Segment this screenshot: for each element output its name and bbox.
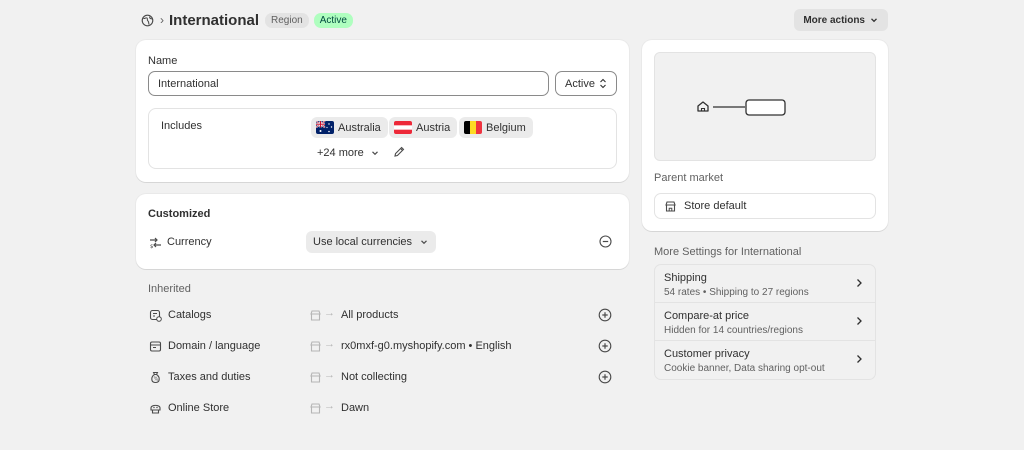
more-actions-label: More actions xyxy=(803,14,865,26)
breadcrumb-chevron-icon[interactable]: › xyxy=(160,13,164,27)
australia-flag xyxy=(316,121,334,134)
chevron-down-icon xyxy=(370,148,380,158)
inherited-row-value: Dawn xyxy=(341,402,370,414)
parent-market-label: Parent market xyxy=(654,172,724,184)
inherited-row-value: Not collecting xyxy=(341,371,408,383)
region-badge: Region xyxy=(265,12,309,28)
settings-item-subtitle: 54 rates • Shipping to 27 regions xyxy=(664,287,809,298)
store-icon xyxy=(664,200,677,213)
country-chip-label: Austria xyxy=(416,121,451,134)
chevron-down-icon xyxy=(419,237,429,247)
parent-market-value: Store default xyxy=(684,200,747,212)
inherited-title: Inherited xyxy=(148,283,191,295)
name-input[interactable]: International xyxy=(148,71,549,96)
page-title: International xyxy=(169,11,260,29)
chevron-right-icon xyxy=(853,353,865,365)
more-countries-label: +24 more xyxy=(317,147,364,159)
add-circle-icon[interactable] xyxy=(598,339,612,353)
inherited-row-name: Taxes and duties xyxy=(168,371,251,383)
settings-item-customer-privacy[interactable]: Customer privacy Cookie banner, Data sha… xyxy=(655,341,875,379)
chevron-down-icon xyxy=(869,15,879,25)
settings-item-compare-at-price[interactable]: Compare-at price Hidden for 14 countries… xyxy=(655,303,875,341)
belgium-flag xyxy=(464,121,482,134)
chevron-right-icon xyxy=(853,315,865,327)
add-circle-icon[interactable] xyxy=(598,370,612,384)
status-badge: Active xyxy=(313,12,353,28)
globe-icon xyxy=(141,14,154,27)
home-icon xyxy=(697,101,709,112)
inherited-row-name: Catalogs xyxy=(168,309,212,321)
add-circle-icon[interactable] xyxy=(598,308,612,322)
chevron-right-icon xyxy=(853,277,865,289)
online-store-icon xyxy=(149,402,162,415)
country-chip-belgium[interactable]: Belgium xyxy=(459,117,533,138)
name-input-value: International xyxy=(158,77,219,90)
inherited-row-value: All products xyxy=(341,309,399,321)
currency-label: Currency xyxy=(167,236,212,248)
more-settings-title: More Settings for International xyxy=(654,246,802,258)
inherited-row-name: Online Store xyxy=(168,402,230,414)
country-chip-label: Belgium xyxy=(486,121,526,134)
settings-item-title: Compare-at price xyxy=(664,310,749,322)
inherited-row-catalogs: Catalogs → All products xyxy=(148,306,618,326)
settings-item-shipping[interactable]: Shipping 54 rates • Shipping to 27 regio… xyxy=(655,265,875,303)
arrow-right-icon: → xyxy=(324,338,335,350)
includes-box: Includes Australia Austria Belgium +24 m… xyxy=(148,108,617,169)
store-icon xyxy=(309,371,322,384)
arrow-right-icon: → xyxy=(324,369,335,381)
settings-item-subtitle: Hidden for 14 countries/regions xyxy=(664,325,803,336)
currency-select[interactable]: Use local currencies xyxy=(306,231,437,253)
austria-flag xyxy=(394,121,412,134)
more-countries-toggle[interactable]: +24 more xyxy=(317,144,380,162)
country-chip-label: Australia xyxy=(338,121,381,134)
domain-icon xyxy=(149,340,162,353)
store-icon xyxy=(309,340,322,353)
store-icon xyxy=(309,309,322,322)
country-chip-austria[interactable]: Austria xyxy=(389,117,458,138)
edit-pencil-icon[interactable] xyxy=(392,145,406,159)
currency-select-value: Use local currencies xyxy=(313,236,413,248)
more-settings-list: Shipping 54 rates • Shipping to 27 regio… xyxy=(654,264,876,380)
status-select[interactable]: Active xyxy=(555,71,617,96)
settings-item-subtitle: Cookie banner, Data sharing opt-out xyxy=(664,363,825,374)
arrow-right-icon: → xyxy=(324,307,335,319)
inherited-row-taxes: % Taxes and duties → Not collecting xyxy=(148,368,618,388)
market-hierarchy-card: Parent market Store default xyxy=(642,40,888,231)
customized-card: Customized $ Currency Use local currenci… xyxy=(136,194,629,269)
svg-text:%: % xyxy=(154,377,159,383)
country-chip-australia[interactable]: Australia xyxy=(311,117,388,138)
status-select-value: Active xyxy=(565,77,595,90)
svg-text:$: $ xyxy=(150,244,154,249)
more-actions-button[interactable]: More actions xyxy=(794,9,888,31)
customized-title: Customized xyxy=(148,208,211,220)
market-hierarchy-diagram xyxy=(654,52,876,161)
inherited-row-value: rx0mxf-g0.myshopify.com • English xyxy=(341,340,512,352)
select-arrows-icon xyxy=(599,78,607,89)
inherited-row-online-store: Online Store → Dawn xyxy=(148,399,618,419)
remove-circle-icon[interactable] xyxy=(599,235,612,248)
tax-icon: % xyxy=(149,371,162,384)
page-header: › International Region Active More actio… xyxy=(141,9,888,31)
settings-item-title: Customer privacy xyxy=(664,348,750,360)
arrow-right-icon: → xyxy=(324,400,335,412)
inherited-row-domain: Domain / language → rx0mxf-g0.myshopify.… xyxy=(148,337,618,357)
includes-label: Includes xyxy=(161,120,202,132)
catalog-icon xyxy=(149,309,162,322)
store-icon xyxy=(309,402,322,415)
market-node xyxy=(745,99,786,116)
inherited-row-name: Domain / language xyxy=(168,340,261,352)
name-label: Name xyxy=(148,55,178,67)
market-details-card: Name International Active Includes Austr… xyxy=(136,40,629,182)
currency-exchange-icon: $ xyxy=(149,236,162,249)
settings-item-title: Shipping xyxy=(664,272,707,284)
parent-market-button[interactable]: Store default xyxy=(654,193,876,219)
